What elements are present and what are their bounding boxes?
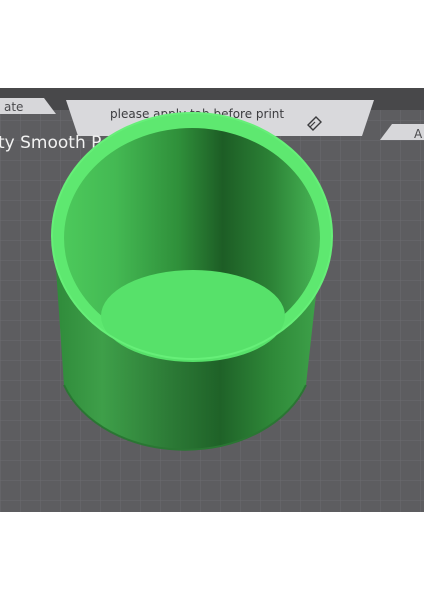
left-tab-label: ate [4, 100, 23, 114]
right-tab-label: A [414, 127, 423, 141]
plate-label: ty Smooth P [0, 133, 101, 153]
slicer-viewport[interactable]: ate please apply tab before print A ty S… [0, 0, 424, 600]
cylinder-model[interactable] [51, 112, 333, 451]
